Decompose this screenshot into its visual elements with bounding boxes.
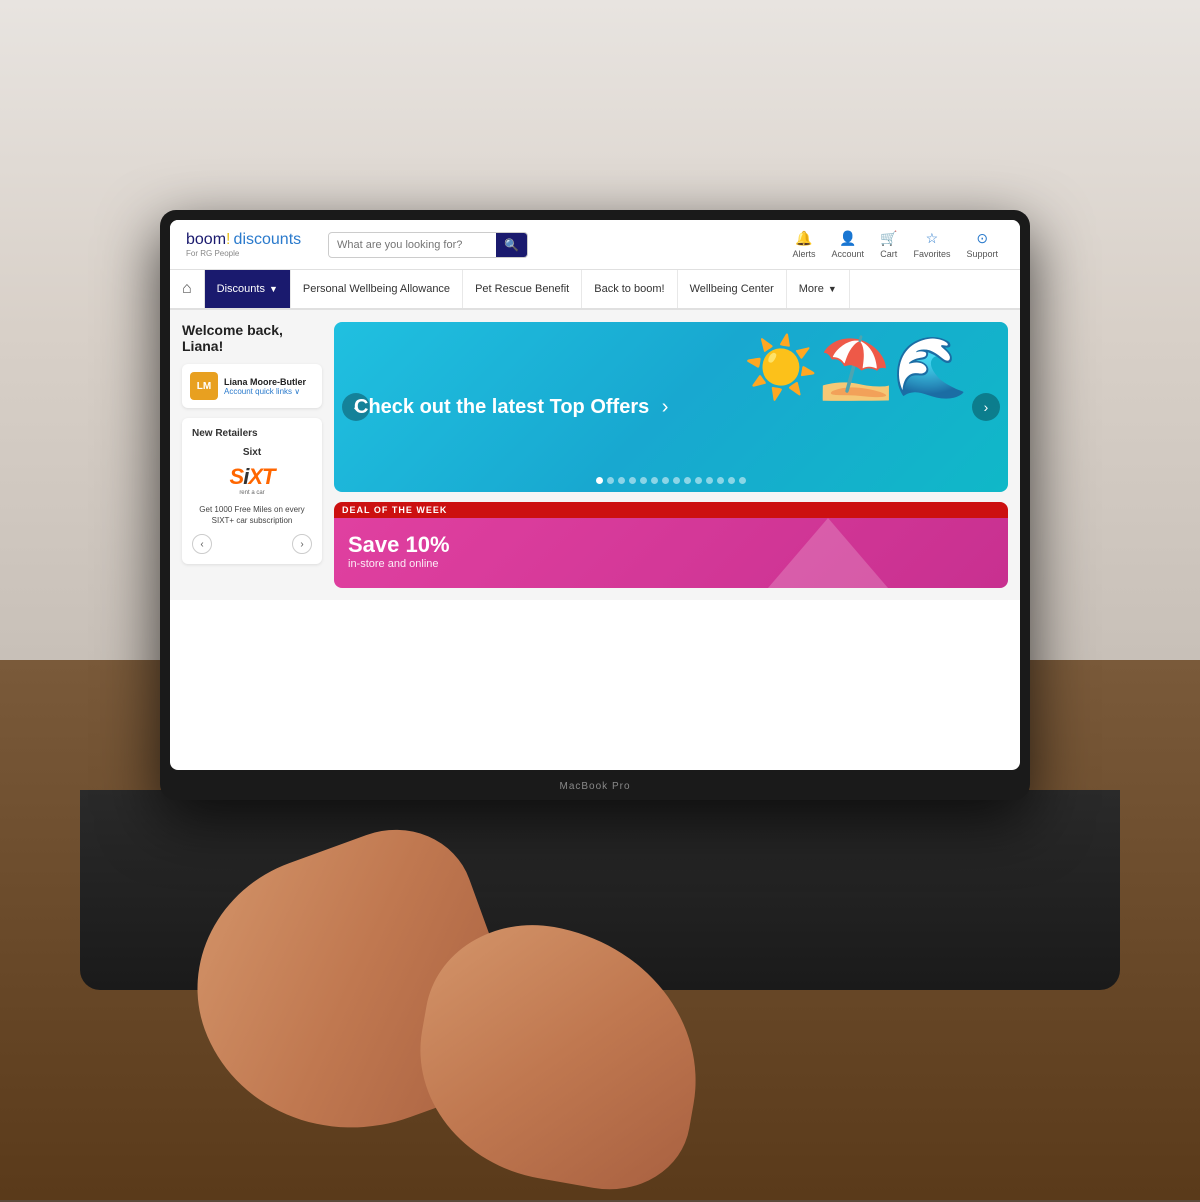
nav-more-label: More <box>799 283 824 295</box>
dot-11[interactable] <box>706 477 713 484</box>
laptop-screen: boom! discounts For RG People 🔍 🔔 Alerts… <box>170 220 1020 770</box>
main-content: Welcome back, Liana! LM Liana Moore-Butl… <box>170 310 1020 600</box>
dot-6[interactable] <box>651 477 658 484</box>
logo-text: boom! discounts <box>186 231 316 249</box>
account-label: Account <box>831 249 864 259</box>
dot-12[interactable] <box>717 477 724 484</box>
nav-more-chevron: ▼ <box>828 284 837 294</box>
retailer-name: Sixt <box>192 447 312 458</box>
retailer-description: Get 1000 Free Miles on every SIXT+ car s… <box>192 504 312 526</box>
hero-text: Check out the latest Top Offers <box>354 396 649 418</box>
deal-content[interactable]: Save 10% in-store and online <box>334 518 1008 588</box>
account-nav-item[interactable]: 👤 Account <box>825 228 870 261</box>
support-icon: ⊙ <box>976 230 988 247</box>
dot-5[interactable] <box>640 477 647 484</box>
nav-pwa[interactable]: Personal Wellbeing Allowance <box>291 270 463 308</box>
user-info: Liana Moore-Butler Account quick links ∨ <box>224 377 306 396</box>
dot-13[interactable] <box>728 477 735 484</box>
macbook-label: MacBook Pro <box>559 781 630 792</box>
dot-10[interactable] <box>695 477 702 484</box>
sixt-logo-text: SiXT <box>230 464 275 489</box>
new-retailers-panel: New Retailers Sixt SiXT rent a car Get 1… <box>182 418 322 564</box>
logo-boom: boom <box>186 231 226 248</box>
logo[interactable]: boom! discounts For RG People <box>186 231 316 258</box>
user-name: Liana Moore-Butler <box>224 377 306 387</box>
dot-2[interactable] <box>607 477 614 484</box>
alerts-icon: 🔔 <box>795 230 812 247</box>
nav-icons: 🔔 Alerts 👤 Account 🛒 Cart ☆ Favorites <box>786 228 1004 261</box>
nav-back-label: Back to boom! <box>594 283 664 295</box>
deal-subtitle: in-store and online <box>348 558 994 570</box>
nav-pwa-label: Personal Wellbeing Allowance <box>303 283 450 295</box>
cart-icon: 🛒 <box>880 230 897 247</box>
logo-tagline: For RG People <box>186 249 316 258</box>
nav-discounts-chevron: ▼ <box>269 284 278 294</box>
cart-label: Cart <box>880 249 897 259</box>
search-input[interactable] <box>329 234 496 256</box>
search-bar[interactable]: 🔍 <box>328 232 528 258</box>
hero-nav-right[interactable]: › <box>972 393 1000 421</box>
user-card[interactable]: LM Liana Moore-Butler Account quick link… <box>182 364 322 408</box>
hero-dots <box>596 477 746 484</box>
favorites-icon: ☆ <box>926 230 939 247</box>
nav-wellbeing[interactable]: Wellbeing Center <box>678 270 787 308</box>
nav-pet-label: Pet Rescue Benefit <box>475 283 569 295</box>
site-header: boom! discounts For RG People 🔍 🔔 Alerts… <box>170 220 1020 270</box>
laptop-screen-border: boom! discounts For RG People 🔍 🔔 Alerts… <box>170 220 1020 770</box>
hands <box>0 850 1200 1200</box>
account-icon: 👤 <box>839 230 856 247</box>
support-nav-item[interactable]: ⊙ Support <box>960 228 1004 261</box>
home-icon: ⌂ <box>182 280 192 298</box>
support-label: Support <box>966 249 998 259</box>
alerts-label: Alerts <box>792 249 815 259</box>
laptop-frame: boom! discounts For RG People 🔍 🔔 Alerts… <box>160 210 1030 800</box>
dot-14[interactable] <box>739 477 746 484</box>
dot-7[interactable] <box>662 477 669 484</box>
dot-3[interactable] <box>618 477 625 484</box>
sixt-logo-sub: rent a car <box>192 490 312 496</box>
dot-4[interactable] <box>629 477 636 484</box>
favorites-label: Favorites <box>913 249 950 259</box>
hero-graphics: ☀️⛱️🌊 <box>744 332 968 403</box>
nav-discounts-label: Discounts <box>217 283 265 295</box>
nav-pet[interactable]: Pet Rescue Benefit <box>463 270 582 308</box>
sidebar-nav-arrows: ‹ › <box>192 534 312 554</box>
sixt-logo: SiXT rent a car <box>192 464 312 496</box>
deal-label: DEAL OF THE WEEK <box>334 502 1008 518</box>
search-button[interactable]: 🔍 <box>496 233 527 257</box>
nav-back[interactable]: Back to boom! <box>582 270 677 308</box>
alerts-nav-item[interactable]: 🔔 Alerts <box>786 228 821 261</box>
hero-banner: ‹ Check out the latest Top Offers › ☀️⛱️… <box>334 322 1008 492</box>
favorites-nav-item[interactable]: ☆ Favorites <box>907 228 956 261</box>
dot-8[interactable] <box>673 477 680 484</box>
new-retailers-title: New Retailers <box>192 428 312 439</box>
nav-discounts[interactable]: Discounts ▼ <box>205 270 291 308</box>
next-retailer-button[interactable]: › <box>292 534 312 554</box>
nav-wellbeing-label: Wellbeing Center <box>690 283 774 295</box>
nav-home[interactable]: ⌂ <box>170 270 205 308</box>
deal-save: Save 10% <box>348 532 994 558</box>
deal-banner: DEAL OF THE WEEK Save 10% in-store and o… <box>334 502 1008 588</box>
deal-triangle <box>768 518 888 588</box>
nav-more[interactable]: More ▼ <box>787 270 850 308</box>
site-nav: ⌂ Discounts ▼ Personal Wellbeing Allowan… <box>170 270 1020 310</box>
dot-9[interactable] <box>684 477 691 484</box>
sidebar: Welcome back, Liana! LM Liana Moore-Butl… <box>182 322 322 588</box>
hero-arrow: › <box>662 396 669 418</box>
account-quick-links[interactable]: Account quick links ∨ <box>224 387 306 396</box>
prev-retailer-button[interactable]: ‹ <box>192 534 212 554</box>
main-area: ‹ Check out the latest Top Offers › ☀️⛱️… <box>334 322 1008 588</box>
welcome-text: Welcome back, Liana! <box>182 322 322 354</box>
dot-1[interactable] <box>596 477 603 484</box>
logo-discounts: discounts <box>234 231 302 248</box>
user-avatar: LM <box>190 372 218 400</box>
cart-nav-item[interactable]: 🛒 Cart <box>874 228 903 261</box>
